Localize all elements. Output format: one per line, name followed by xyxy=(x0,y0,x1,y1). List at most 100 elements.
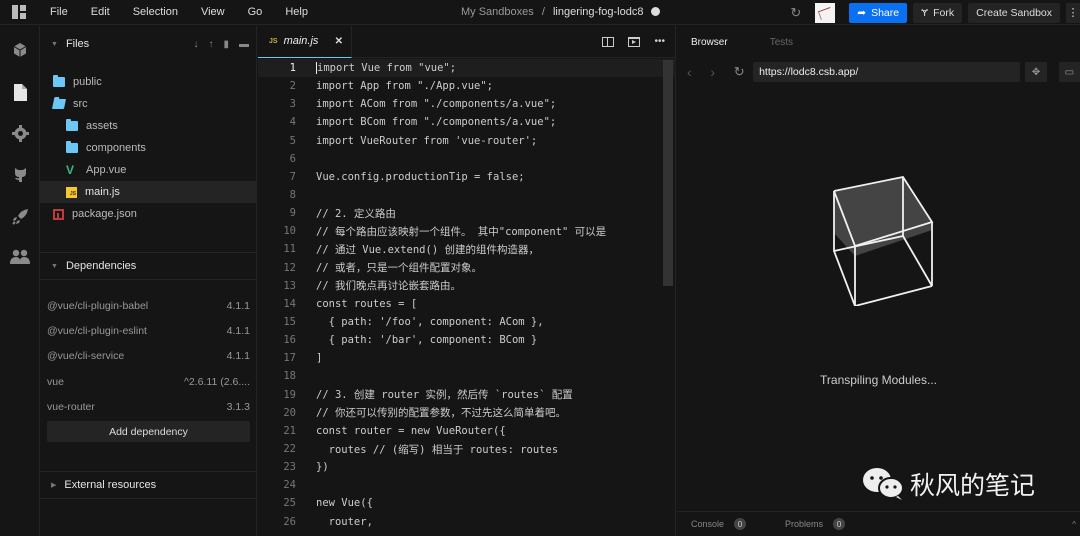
console-count-badge: 0 xyxy=(734,518,747,530)
line-number: 6 xyxy=(289,152,296,165)
more-options-icon[interactable]: ••• xyxy=(654,36,665,47)
dependency-row[interactable]: vue-router 3.1.3 xyxy=(47,397,250,417)
refresh-icon[interactable]: ↻ xyxy=(790,5,801,21)
share-label: Share xyxy=(871,6,900,19)
tree-item-components[interactable]: components xyxy=(40,137,257,159)
responsive-view-icon[interactable]: ✥ xyxy=(1025,62,1047,82)
code-line[interactable]: 6 xyxy=(258,150,676,168)
url-input[interactable] xyxy=(753,62,1021,82)
share-button[interactable]: ➦ Share xyxy=(849,2,908,23)
dependency-row[interactable]: vue ^2.6.11 (2.6.... xyxy=(47,372,250,392)
problems-tab[interactable]: Problems 0 xyxy=(785,518,846,530)
code-area[interactable]: 1 import Vue from "vue"; 2 import App from … xyxy=(258,59,676,536)
download-icon[interactable]: ↓ xyxy=(193,39,198,50)
dependencies-section-header[interactable]: ▼ Dependencies xyxy=(40,252,257,280)
code-line[interactable]: 16 { path: '/bar', component: BCom } xyxy=(258,331,676,349)
code-line[interactable]: 12 // 或者，只是一个组件配置对象。 xyxy=(258,259,676,277)
line-number: 1 xyxy=(289,62,296,75)
code-line[interactable]: 20 // 你还可以传别的配置参数，不过先这么简单着吧。 xyxy=(258,404,676,422)
code-line[interactable]: 19 // 3. 创建 router 实例，然后传 `routes` 配置 xyxy=(258,386,676,404)
code-line[interactable]: 14 const routes = [ xyxy=(258,295,676,313)
file-icon[interactable] xyxy=(10,82,30,102)
menu-help[interactable]: Help xyxy=(285,6,308,18)
tree-item-assets[interactable]: assets xyxy=(40,115,257,137)
fork-button[interactable]: Ɏ Fork xyxy=(913,2,963,23)
code-line[interactable]: 17] xyxy=(258,349,676,367)
dependency-version[interactable]: 4.1.1 xyxy=(227,325,250,337)
split-view-icon[interactable] xyxy=(602,36,615,47)
code-line[interactable]: 3 import ACom from "./components/a.vue"; xyxy=(258,95,676,113)
code-line[interactable]: 9 // 2. 定义路由 xyxy=(258,204,676,222)
rocket-icon[interactable] xyxy=(10,206,30,226)
github-icon[interactable] xyxy=(10,164,30,184)
tree-item-app-vue[interactable]: V App.vue xyxy=(40,159,257,181)
code-line[interactable]: 2 import App from "./App.vue"; xyxy=(258,77,676,95)
files-section-header[interactable]: ▼ Files ↓ ↑ ▮ ▬ xyxy=(40,30,257,58)
gear-icon[interactable] xyxy=(10,123,30,143)
code-line[interactable]: 18 xyxy=(258,367,676,385)
code-line[interactable]: 11 // 通过 Vue.extend() 创建的组件构造器， xyxy=(258,240,676,258)
code-line[interactable]: 25 new Vue({ xyxy=(258,494,676,512)
code-line[interactable]: 15 { path: '/foo', component: ACom }, xyxy=(258,313,676,331)
line-text: // 你还可以传别的配置参数，不过先这么简单着吧。 xyxy=(316,407,566,420)
menu-file[interactable]: File xyxy=(50,6,68,18)
code-line[interactable]: 1 import Vue from "vue"; xyxy=(258,59,676,78)
create-sandbox-label: Create Sandbox xyxy=(976,6,1052,19)
reload-icon[interactable]: ↻ xyxy=(734,64,753,80)
avatar[interactable] xyxy=(815,2,836,23)
users-icon[interactable] xyxy=(10,247,30,267)
tab-tests[interactable]: Tests xyxy=(770,37,793,48)
line-number: 22 xyxy=(283,443,296,456)
console-tab[interactable]: Console 0 xyxy=(691,518,747,530)
code-line[interactable]: 24 xyxy=(258,476,676,494)
editor-scrollbar[interactable] xyxy=(663,60,673,286)
menu-go[interactable]: Go xyxy=(248,6,263,18)
upload-icon[interactable]: ↑ xyxy=(208,39,213,50)
add-dependency-button[interactable]: Add dependency xyxy=(47,421,250,442)
dependency-row[interactable]: @vue/cli-plugin-babel 4.1.1 xyxy=(47,296,250,316)
close-icon[interactable]: ✕ xyxy=(335,36,343,47)
forward-icon[interactable]: › xyxy=(710,64,729,80)
new-file-icon[interactable]: ▮ xyxy=(223,39,229,50)
more-menu-icon[interactable]: ⋮ xyxy=(1066,2,1080,23)
code-line[interactable]: 22 routes // (缩写) 相当于 routes: routes xyxy=(258,440,676,458)
code-line[interactable]: 5 import VueRouter from 'vue-router'; xyxy=(258,132,676,150)
code-line[interactable]: 10 // 每个路由应该映射一个组件。 其中"component" 可以是 xyxy=(258,222,676,240)
line-text: import Vue from "vue"; xyxy=(316,62,457,75)
dependency-version[interactable]: ^2.6.11 (2.6.... xyxy=(184,376,250,388)
tree-item-src[interactable]: src xyxy=(40,93,257,115)
tree-item-package-json[interactable]: package.json xyxy=(40,203,257,225)
tree-item-public[interactable]: public xyxy=(40,71,257,93)
breadcrumb-parent[interactable]: My Sandboxes xyxy=(461,6,534,18)
external-resources-header[interactable]: ▶ External resources xyxy=(40,471,257,499)
code-line[interactable]: 13 // 我们晚点再讨论嵌套路由。 xyxy=(258,277,676,295)
globe-icon[interactable] xyxy=(650,7,660,16)
sandbox-name[interactable]: lingering-fog-lodc8 xyxy=(553,6,644,18)
codesandbox-logo-icon[interactable] xyxy=(12,5,34,19)
code-line[interactable]: 7 Vue.config.productionTip = false; xyxy=(258,168,676,186)
dependency-version[interactable]: 3.1.3 xyxy=(227,401,250,413)
code-line[interactable]: 26 router, xyxy=(258,513,676,531)
new-folder-icon[interactable]: ▬ xyxy=(239,39,249,50)
cube-icon[interactable] xyxy=(10,40,30,60)
chevron-up-icon[interactable]: ^ xyxy=(1072,520,1076,529)
back-icon[interactable]: ‹ xyxy=(687,64,706,80)
menu-edit[interactable]: Edit xyxy=(91,6,110,18)
open-new-window-icon[interactable]: ▭ xyxy=(1058,62,1080,82)
menu-view[interactable]: View xyxy=(201,6,225,18)
tab-browser[interactable]: Browser xyxy=(691,37,728,48)
code-line[interactable]: 21 const router = new VueRouter({ xyxy=(258,422,676,440)
tab-main-js[interactable]: JS main.js ✕ xyxy=(258,25,352,58)
dependency-row[interactable]: @vue/cli-plugin-eslint 4.1.1 xyxy=(47,321,250,341)
wechat-icon xyxy=(863,468,904,500)
dependency-row[interactable]: @vue/cli-service 4.1.1 xyxy=(47,346,250,366)
preview-icon[interactable] xyxy=(628,36,641,47)
dependency-version[interactable]: 4.1.1 xyxy=(227,300,250,312)
menu-selection[interactable]: Selection xyxy=(133,6,178,18)
create-sandbox-button[interactable]: Create Sandbox xyxy=(968,2,1060,23)
code-line[interactable]: 4 import BCom from "./components/a.vue"; xyxy=(258,113,676,131)
tree-item-main-js[interactable]: JS main.js xyxy=(40,181,257,203)
code-line[interactable]: 23}) xyxy=(258,458,676,476)
dependency-version[interactable]: 4.1.1 xyxy=(227,350,250,362)
code-line[interactable]: 8 xyxy=(258,186,676,204)
